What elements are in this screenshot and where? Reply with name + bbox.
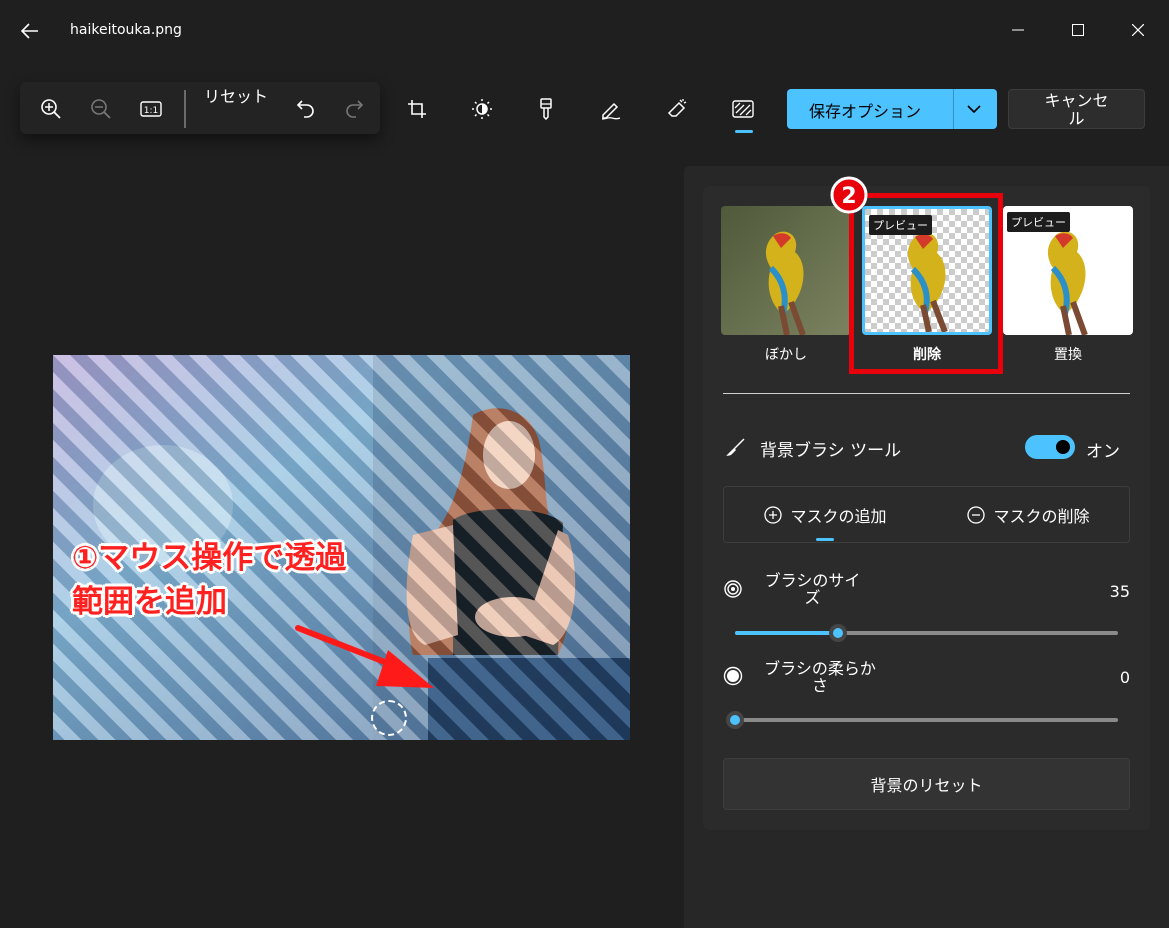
toolbar-divider: [184, 90, 186, 128]
title-bar: haikeitouka.png: [0, 0, 1169, 60]
annotation-step1-text: ①マウス操作で透過範囲を追加: [72, 540, 347, 620]
crop-icon: [408, 100, 426, 118]
filter-button[interactable]: [528, 91, 564, 127]
brush-size-label-text: ブラシのサイズ: [764, 571, 861, 607]
markup-button[interactable]: [593, 91, 629, 127]
minimize-icon: [1012, 29, 1024, 31]
brush-size-fill: [735, 631, 839, 635]
toggle-knob: [1056, 440, 1070, 454]
parrot-blur-image: [721, 206, 851, 335]
brush-softness-label: ブラシの柔らかさ: [755, 660, 885, 694]
zoom-in-button[interactable]: [33, 91, 69, 127]
remove-circle-icon: [967, 505, 986, 524]
active-tool-indicator: [735, 130, 753, 133]
brightness-icon: [472, 99, 492, 119]
brush-softness-label-text: ブラシの柔らかさ: [764, 659, 876, 695]
save-options-button[interactable]: 保存オプション: [787, 89, 997, 129]
annotation-step2-badge: 2: [830, 176, 868, 214]
brush-softness-value: 0: [1119, 668, 1130, 687]
filter-icon: [540, 98, 552, 120]
brush-icon: [726, 438, 745, 456]
mask-selected-indicator: [816, 538, 834, 541]
option-blur-label: ぼかし: [765, 347, 807, 363]
reset-button[interactable]: リセット: [200, 88, 272, 106]
zoom-out-button[interactable]: [83, 91, 119, 127]
reset-background-label: 背景のリセット: [870, 776, 983, 795]
preview-badge: プレビュー: [1007, 212, 1070, 232]
remove-mask-button[interactable]: マスクの削除: [927, 487, 1130, 542]
brush-tool-toggle-label: オン: [1086, 442, 1120, 462]
save-separator: [953, 89, 954, 129]
brush-size-icon: [724, 580, 742, 598]
background-button[interactable]: [725, 91, 761, 127]
back-arrow-icon: [21, 23, 38, 39]
undo-icon: [296, 100, 314, 118]
redo-button[interactable]: [336, 90, 372, 126]
svg-text:1:1: 1:1: [144, 106, 158, 116]
erase-icon: [667, 99, 687, 117]
close-icon: [1132, 24, 1144, 36]
add-circle-icon: [764, 505, 783, 524]
maximize-icon: [1072, 24, 1084, 36]
minimize-button[interactable]: [998, 14, 1038, 46]
brush-softness-thumb[interactable]: [726, 711, 744, 729]
brush-size-label: ブラシのサイズ: [755, 572, 870, 606]
back-button[interactable]: [14, 16, 46, 46]
maximize-button[interactable]: [1058, 14, 1098, 46]
add-mask-label: マスクの追加: [790, 506, 887, 526]
brush-softness-icon: [723, 666, 743, 686]
redo-icon: [346, 100, 364, 118]
brush-cursor: [371, 700, 407, 736]
chevron-down-icon[interactable]: [963, 99, 985, 119]
zoom-out-icon: [91, 99, 111, 119]
option-blur-thumbnail[interactable]: [721, 206, 851, 335]
brush-size-value: 35: [1109, 582, 1130, 601]
crop-button[interactable]: [399, 91, 435, 127]
close-button[interactable]: [1118, 14, 1158, 46]
panel-divider: [723, 393, 1130, 394]
background-icon: [732, 100, 754, 118]
erase-button[interactable]: [659, 91, 695, 127]
cancel-label: キャンセル: [1044, 91, 1109, 128]
adjust-button[interactable]: [464, 91, 500, 127]
brush-softness-track[interactable]: [735, 718, 1118, 722]
mask-mode-selector: マスクの追加 マスクの削除: [723, 486, 1130, 543]
annotation-arrow: [295, 625, 434, 688]
undo-button[interactable]: [288, 90, 324, 126]
actual-size-button[interactable]: 1:1: [133, 91, 169, 127]
remove-mask-label: マスクの削除: [993, 506, 1090, 526]
add-mask-button[interactable]: マスクの追加: [724, 487, 927, 542]
annotation-step1: ①マウス操作で透過範囲を追加: [72, 536, 362, 624]
reset-background-button[interactable]: 背景のリセット: [723, 758, 1130, 810]
option-replace-label: 置換: [1054, 347, 1082, 363]
save-options-label: 保存オプション: [809, 102, 922, 121]
svg-text:2: 2: [841, 184, 856, 209]
actual-size-icon: 1:1: [140, 101, 162, 117]
brush-tool-toggle[interactable]: [1025, 435, 1075, 459]
zoom-in-icon: [41, 99, 61, 119]
markup-icon: [601, 102, 621, 120]
window-title: haikeitouka.png: [70, 22, 182, 38]
brush-tool-label: 背景ブラシ ツール: [760, 441, 902, 461]
highlight-box: [849, 193, 1003, 374]
option-replace-thumbnail[interactable]: プレビュー: [1003, 206, 1133, 335]
cancel-button[interactable]: キャンセル: [1008, 89, 1145, 129]
